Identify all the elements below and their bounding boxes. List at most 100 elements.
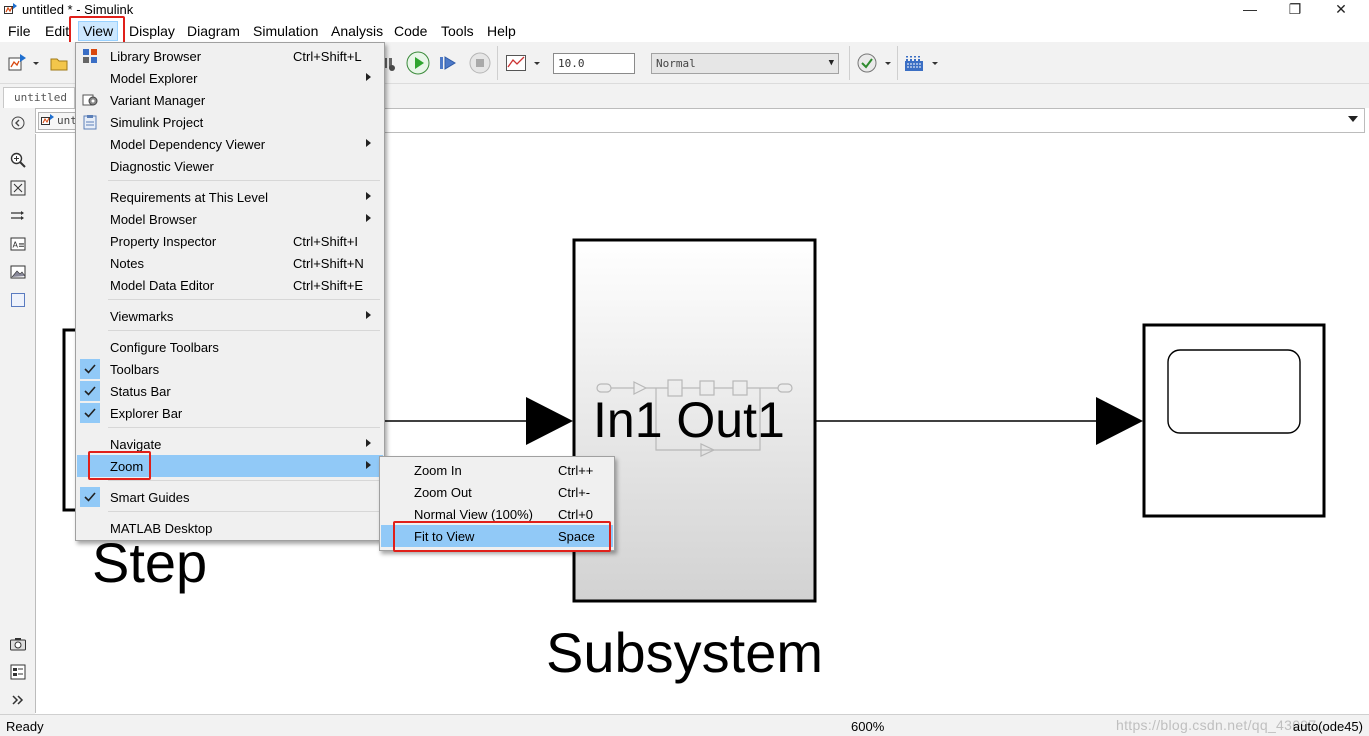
close-button[interactable]: ✕ — [1318, 0, 1364, 20]
menu-item-model-dependency-viewer[interactable]: Model Dependency Viewer — [77, 133, 383, 155]
menu-item-zoom-out[interactable]: Zoom Out Ctrl+- — [381, 481, 613, 503]
fit-to-view-icon[interactable] — [9, 179, 27, 197]
menu-item-label: Property Inspector — [110, 234, 217, 249]
menu-item-label: Model Dependency Viewer — [110, 137, 266, 152]
checkmark-icon — [80, 381, 100, 401]
menu-item-navigate[interactable]: Navigate — [77, 433, 383, 455]
menu-item-shortcut: Ctrl+Shift+N — [293, 256, 364, 271]
menu-display[interactable]: Display — [129, 23, 175, 39]
menu-item-simulink-project[interactable]: Simulink Project — [77, 111, 383, 133]
menu-item-normal-view[interactable]: Normal View (100%) Ctrl+0 — [381, 503, 613, 525]
menu-item-label: Toolbars — [110, 362, 160, 377]
menu-separator — [108, 330, 380, 331]
menu-item-notes[interactable]: Notes Ctrl+Shift+N — [77, 252, 383, 274]
menu-item-toolbars[interactable]: Toolbars — [77, 358, 383, 380]
scope-screen — [1167, 349, 1301, 434]
model-browser-icon[interactable] — [9, 663, 27, 681]
hide-browser-icon[interactable] — [9, 114, 27, 132]
menu-item-label: Status Bar — [110, 384, 171, 399]
minimize-button[interactable]: — — [1227, 0, 1273, 20]
menu-item-shortcut: Ctrl++ — [558, 463, 594, 478]
menu-item-diagnostic-viewer[interactable]: Diagnostic Viewer — [77, 155, 383, 177]
menu-item-zoom-in[interactable]: Zoom In Ctrl++ — [381, 459, 613, 481]
menu-item-status-bar[interactable]: Status Bar — [77, 380, 383, 402]
menu-separator — [108, 299, 380, 300]
new-dropdown-icon[interactable] — [30, 52, 42, 74]
menu-file[interactable]: File — [8, 23, 31, 39]
status-text: Ready — [6, 719, 44, 734]
step-forward-icon[interactable] — [437, 52, 459, 74]
restore-button[interactable]: ❐ — [1272, 0, 1318, 20]
annotation-icon[interactable]: A≡ — [9, 235, 27, 253]
menu-diagram[interactable]: Diagram — [187, 23, 240, 39]
stop-button-icon[interactable] — [469, 52, 491, 74]
check-dropdown-icon[interactable] — [882, 52, 894, 74]
menu-item-shortcut: Ctrl+Shift+L — [293, 49, 362, 64]
menu-tools[interactable]: Tools — [441, 23, 474, 39]
menu-item-explorer-bar[interactable]: Explorer Bar — [77, 402, 383, 424]
checkmark-icon — [80, 403, 100, 423]
menu-item-model-data-editor[interactable]: Model Data Editor Ctrl+Shift+E — [77, 274, 383, 296]
menu-item-zoom[interactable]: Zoom — [77, 455, 383, 477]
run-button-icon[interactable] — [406, 51, 430, 75]
simulink-project-icon — [83, 115, 97, 130]
menu-item-label: Explorer Bar — [110, 406, 183, 421]
menu-analysis[interactable]: Analysis — [331, 23, 383, 39]
stop-time-field[interactable]: 10.0 — [553, 53, 635, 74]
menu-item-label: Configure Toolbars — [110, 340, 219, 355]
breadcrumb-label: unt — [57, 114, 77, 127]
chevron-down-icon: ▼ — [828, 58, 834, 68]
menu-code[interactable]: Code — [394, 23, 427, 39]
zoom-icon[interactable] — [9, 151, 27, 169]
menu-item-label: Navigate — [110, 437, 162, 452]
chevron-down-icon[interactable] — [1348, 116, 1358, 122]
menu-item-shortcut: Ctrl+Shift+E — [293, 278, 364, 293]
simulation-data-inspector-icon[interactable] — [505, 52, 527, 74]
menu-item-smart-guides[interactable]: Smart Guides — [77, 486, 383, 508]
menu-item-model-explorer[interactable]: Model Explorer — [77, 67, 383, 89]
menu-item-configure-toolbars[interactable]: Configure Toolbars — [77, 336, 383, 358]
build-dropdown-icon[interactable] — [929, 52, 941, 74]
menu-item-property-inspector[interactable]: Property Inspector Ctrl+Shift+I — [77, 230, 383, 252]
menu-simulation[interactable]: Simulation — [253, 23, 318, 39]
menu-help[interactable]: Help — [487, 23, 516, 39]
menu-item-label: Requirements at This Level — [110, 190, 269, 205]
menu-item-variant-manager[interactable]: Variant Manager — [77, 89, 383, 111]
expand-palette-icon[interactable] — [9, 691, 27, 709]
new-model-icon[interactable] — [6, 52, 28, 74]
toolbar-separator — [897, 46, 898, 80]
menu-item-label: Viewmarks — [110, 309, 174, 324]
submenu-arrow-icon — [366, 139, 371, 147]
menu-item-requirements[interactable]: Requirements at This Level — [77, 186, 383, 208]
image-icon[interactable] — [9, 263, 27, 281]
screenshot-icon[interactable] — [9, 635, 27, 653]
menu-item-library-browser[interactable]: Library Browser Ctrl+Shift+L — [77, 45, 383, 67]
menu-separator — [108, 180, 380, 181]
open-folder-icon[interactable] — [48, 52, 70, 74]
menu-item-viewmarks[interactable]: Viewmarks — [77, 305, 383, 327]
menu-item-matlab-desktop[interactable]: MATLAB Desktop — [77, 517, 383, 539]
menu-item-label: Zoom — [110, 459, 144, 474]
menu-item-model-browser[interactable]: Model Browser — [77, 208, 383, 230]
tab-untitled[interactable]: untitled — [3, 87, 75, 108]
checkmark-icon — [80, 487, 100, 507]
submenu-arrow-icon — [366, 311, 371, 319]
menu-item-shortcut: Ctrl+- — [558, 485, 591, 500]
simulink-window: untitled * - Simulink — ❐ ✕ File Edit Vi… — [0, 0, 1369, 736]
menu-item-fit-to-view[interactable]: Fit to View Space — [381, 525, 613, 547]
variant-manager-icon — [82, 94, 98, 106]
build-model-icon[interactable] — [903, 52, 925, 74]
menu-view[interactable]: View — [78, 21, 119, 41]
submenu-arrow-icon — [366, 73, 371, 81]
model-advisor-check-icon[interactable] — [856, 52, 878, 74]
solver-label[interactable]: auto(ode45) — [1293, 719, 1363, 734]
simulation-mode-select[interactable]: Normal ▼ — [651, 53, 839, 74]
submenu-arrow-icon — [366, 461, 371, 469]
route-lines-icon[interactable] — [9, 207, 27, 225]
menu-separator — [108, 511, 380, 512]
menu-item-shortcut: Space — [558, 529, 595, 544]
menu-edit[interactable]: Edit — [45, 23, 69, 39]
inspector-dropdown-icon[interactable] — [531, 52, 543, 74]
area-icon[interactable] — [9, 291, 27, 309]
menu-item-label: Model Explorer — [110, 71, 198, 86]
